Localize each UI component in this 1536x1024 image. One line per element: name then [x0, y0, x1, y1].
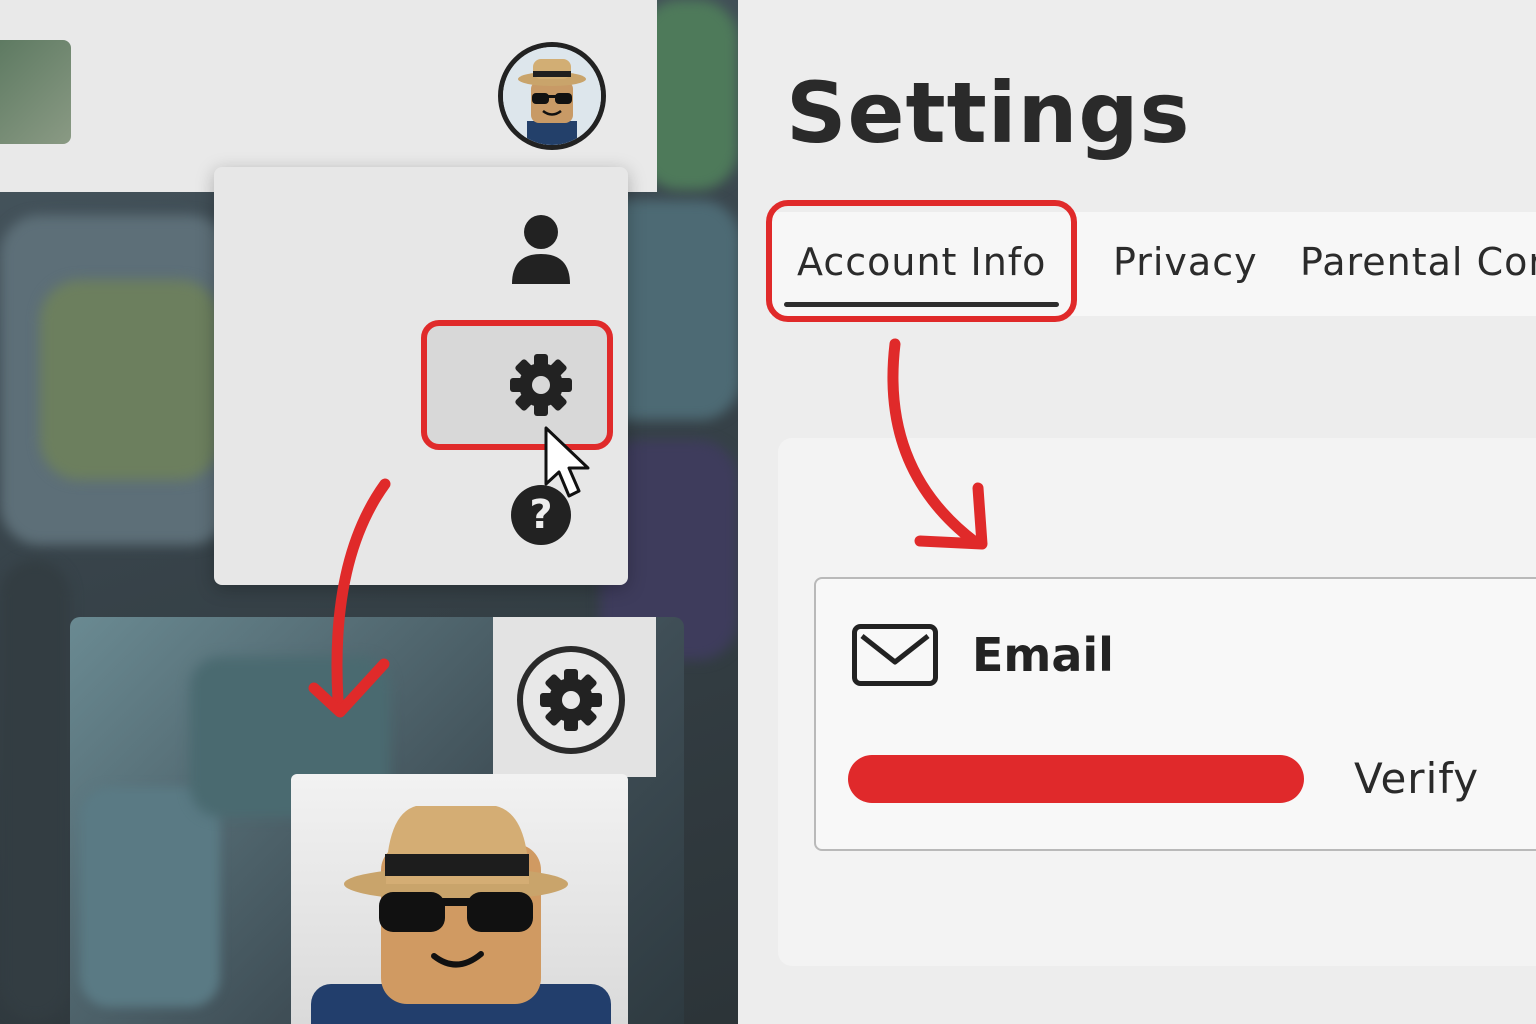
avatar-button[interactable] [498, 42, 606, 150]
envelope-icon [852, 624, 938, 686]
avatar-character-icon [311, 806, 611, 1024]
tab-highlight-box [766, 200, 1077, 322]
verify-button[interactable]: Verify [1354, 754, 1479, 803]
mouse-cursor-icon [544, 426, 590, 498]
email-label: Email [972, 628, 1114, 682]
email-value-redacted [848, 755, 1304, 803]
person-icon[interactable] [510, 214, 572, 286]
email-section [814, 577, 1536, 851]
avatar-preview [291, 774, 628, 1024]
game-thumbnail[interactable] [0, 40, 71, 144]
avatar-head-icon [503, 47, 601, 145]
gear-icon [540, 669, 602, 731]
tab-parental-controls[interactable]: Parental Cor [1300, 240, 1536, 284]
tab-privacy[interactable]: Privacy [1113, 240, 1258, 284]
gear-icon [510, 354, 572, 416]
page-title: Settings [786, 64, 1191, 162]
settings-page: Settings Account Info Privacy Parental C… [738, 0, 1536, 1024]
